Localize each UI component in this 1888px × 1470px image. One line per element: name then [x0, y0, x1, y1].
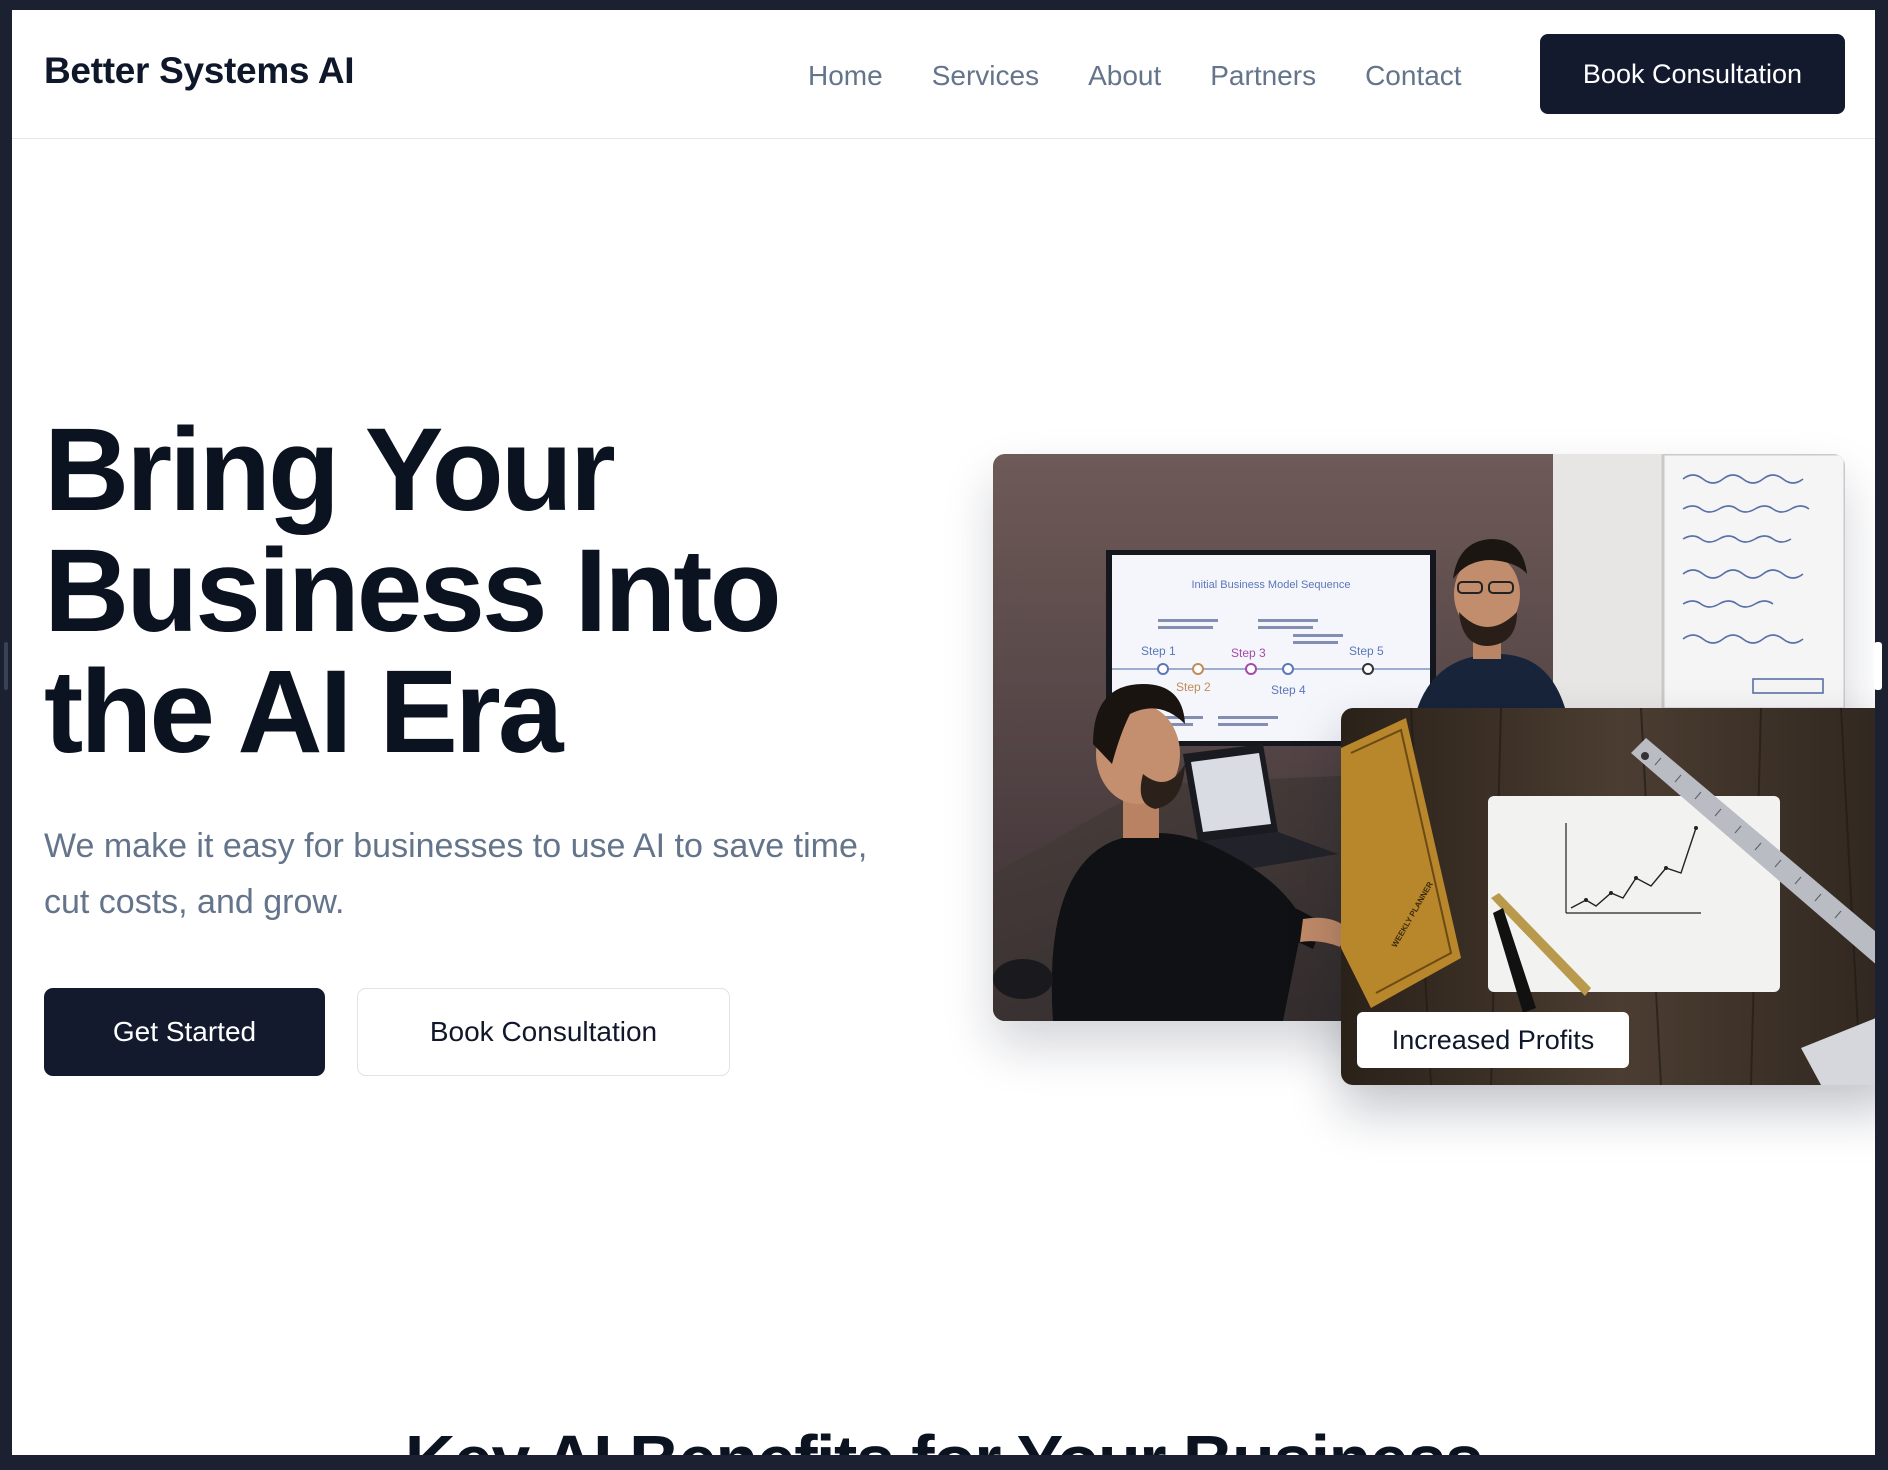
get-started-button[interactable]: Get Started — [44, 988, 325, 1076]
navbar: Better Systems AI Home Services About Pa… — [12, 10, 1875, 139]
hero-subtitle: We make it easy for businesses to use AI… — [44, 827, 868, 921]
screen-step-1: Step 1 — [1141, 644, 1176, 658]
nav-links: Home Services About Partners Contact — [808, 62, 1462, 90]
nav-contact[interactable]: Contact — [1365, 62, 1462, 90]
screen-step-2: Step 2 — [1176, 680, 1211, 694]
browser-viewport: Better Systems AI Home Services About Pa… — [12, 10, 1875, 1455]
screen-step-5: Step 5 — [1349, 644, 1384, 658]
benefits-section-heading: Key AI Benefits for Your Business — [12, 1420, 1875, 1455]
nav-book-consultation-button[interactable]: Book Consultation — [1540, 34, 1845, 114]
hero-title-line-2: Business Into — [44, 525, 782, 657]
screen-step-4: Step 4 — [1271, 683, 1306, 697]
screen-title: Initial Business Model Sequence — [1192, 579, 1351, 591]
nav-services[interactable]: Services — [932, 62, 1039, 90]
hero-title: Bring Your Business Into the AI Era — [44, 410, 864, 773]
screen-step-3: Step 3 — [1231, 646, 1266, 660]
nav-about[interactable]: About — [1088, 62, 1161, 90]
scrollbar-handle[interactable] — [1874, 642, 1882, 690]
brand-logo[interactable]: Better Systems AI — [44, 50, 355, 92]
resize-handle[interactable] — [4, 642, 8, 690]
hero-title-line-3: the AI Era — [44, 646, 563, 778]
nav-partners[interactable]: Partners — [1210, 62, 1316, 90]
increased-profits-badge: Increased Profits — [1357, 1012, 1629, 1068]
book-consultation-button[interactable]: Book Consultation — [357, 988, 730, 1076]
hero-photo-profits: WEEKLY PLANNER Increased Profits — [1341, 708, 1875, 1085]
nav-home[interactable]: Home — [808, 62, 883, 90]
hero-title-line-1: Bring Your — [44, 404, 616, 536]
